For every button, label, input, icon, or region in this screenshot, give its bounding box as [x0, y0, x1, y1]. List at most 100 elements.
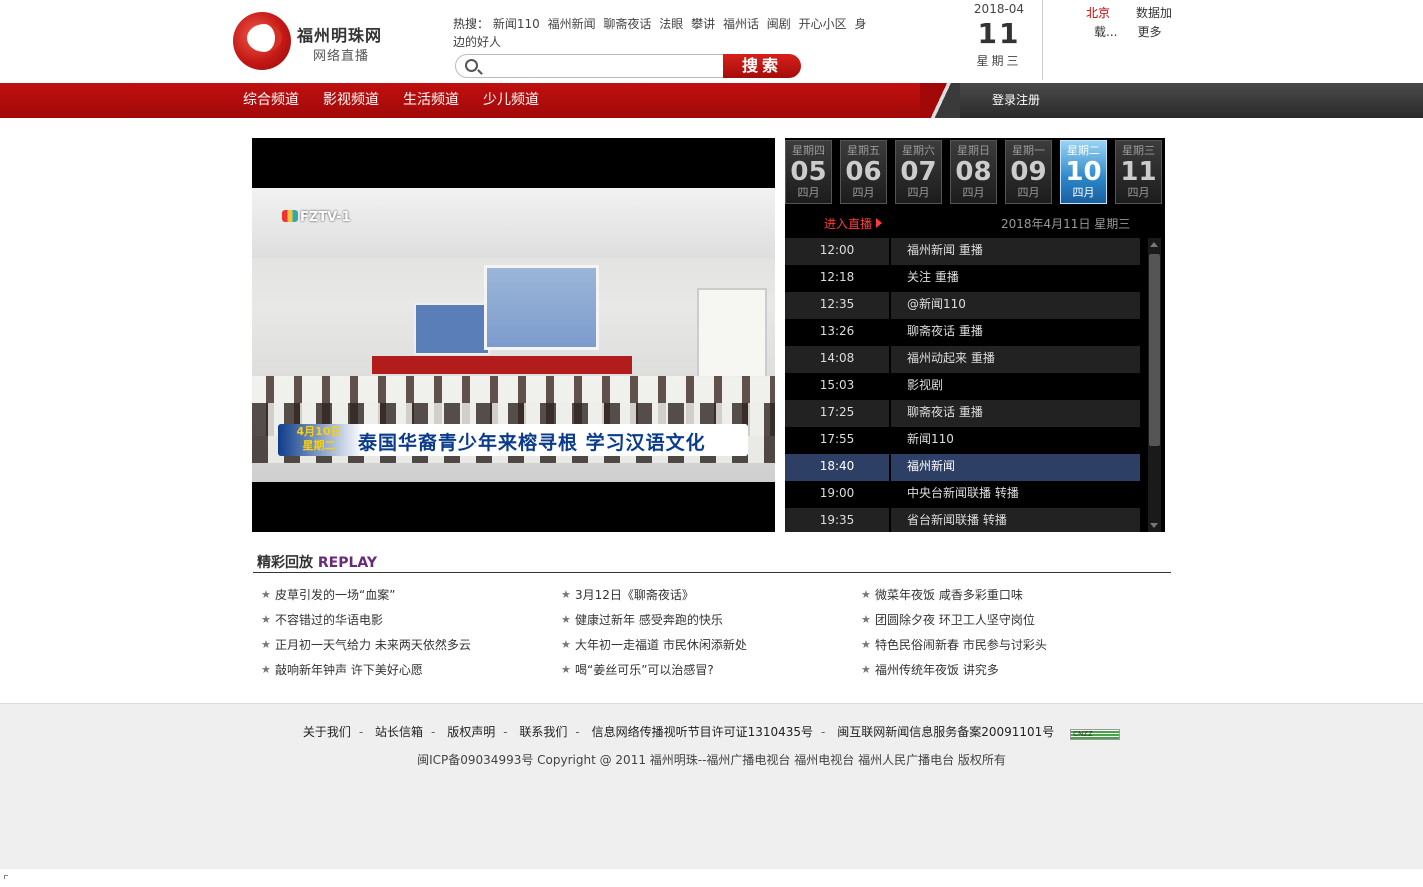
footer-link-copyright[interactable]: 版权声明 — [447, 725, 495, 739]
nav-item-kids[interactable]: 少儿频道 — [483, 83, 539, 118]
program-separator — [889, 427, 891, 454]
replay-item[interactable]: ★ 喝“姜丝可乐”可以治感冒? — [559, 660, 839, 685]
replay-item[interactable]: ★ 3月12日《聊斋夜话》 — [559, 585, 839, 610]
replay-item-title: 大年初一走福道 市民休闲添新处 — [575, 638, 747, 652]
program-row[interactable]: 19:00 中央台新闻联播 转播 — [785, 481, 1140, 508]
footer-copyright: 闽ICP备09034993号 Copyright @ 2011 福州明珠--福州… — [417, 753, 1006, 767]
weather-status: 数据加 — [1136, 6, 1173, 20]
hot-link[interactable]: 福州话 — [723, 17, 759, 31]
replay-item[interactable]: ★ 大年初一走福道 市民休闲添新处 — [559, 635, 839, 660]
hot-link[interactable]: 闽剧 — [767, 17, 791, 31]
footer-link-record[interactable]: 闽互联网新闻信息服务备案20091101号 — [837, 725, 1054, 739]
program-row[interactable]: 17:25 聊斋夜话 重播 — [785, 400, 1140, 427]
cnzz-badge[interactable]: CNZZ — [1070, 729, 1121, 740]
scroll-down-icon[interactable] — [1150, 523, 1158, 528]
hot-link[interactable]: 聊斋夜话 — [603, 17, 651, 31]
day-tab-number: 08 — [955, 157, 992, 187]
date-day: 11 — [977, 17, 1021, 50]
replay-item-title: 皮草引发的一场“血案” — [275, 588, 396, 602]
replay-item[interactable]: ★ 正月初一天气给力 未来两天依然多云 — [259, 635, 539, 660]
video-scene-window — [697, 288, 767, 378]
day-tab-number: 05 — [790, 157, 827, 187]
day-tab[interactable]: 星期二 10 四月 — [1060, 140, 1107, 204]
footer-link-contact[interactable]: 联系我们 — [519, 725, 567, 739]
hot-link[interactable]: 福州新闻 — [548, 17, 596, 31]
program-name: 福州新闻 — [907, 459, 956, 473]
date-year-month: 2018-04 — [973, 2, 1025, 16]
day-tab[interactable]: 星期六 07 四月 — [895, 140, 942, 204]
weather-more-link[interactable]: 更多 — [1137, 25, 1161, 39]
program-row[interactable]: 17:55 新闻110 — [785, 427, 1140, 454]
hot-link[interactable]: 新闻110 — [493, 17, 540, 31]
program-time: 12:35 — [819, 297, 855, 311]
program-time: 15:03 — [819, 378, 855, 392]
search-input[interactable] — [486, 58, 716, 74]
day-tab-number: 10 — [1065, 157, 1102, 187]
replay-item-title: 3月12日《聊斋夜话》 — [575, 588, 694, 602]
day-tab[interactable]: 星期日 08 四月 — [950, 140, 997, 204]
channel-logo: FZTV-1 — [282, 210, 351, 225]
program-row[interactable]: 12:35 @新闻110 — [785, 292, 1140, 319]
day-tab[interactable]: 星期三 11 四月 — [1115, 140, 1162, 204]
scroll-up-icon[interactable] — [1150, 242, 1158, 247]
star-icon: ★ — [561, 663, 571, 676]
replay-item[interactable]: ★ 不容错过的华语电影 — [259, 610, 539, 635]
hot-link[interactable]: 法眼 — [659, 17, 683, 31]
program-row[interactable]: 12:00 福州新闻 重播 — [785, 238, 1140, 265]
replay-item-title: 喝“姜丝可乐”可以治感冒? — [575, 663, 714, 677]
replay-title-en: REPLAY — [317, 555, 378, 571]
replay-item[interactable]: ★ 团圆除夕夜 环卫工人坚守岗位 — [859, 610, 1139, 635]
hot-link[interactable]: 开心小区 — [799, 17, 847, 31]
program-row[interactable]: 18:40 福州新闻 — [785, 454, 1140, 481]
site-logo[interactable]: 福州明珠网 网络直播 — [233, 12, 393, 74]
logo-subtitle: 网络直播 — [313, 49, 370, 64]
video-scene-screen — [484, 265, 599, 350]
caption-date: 4月10日 星期二 — [284, 425, 354, 455]
program-separator — [889, 292, 891, 319]
nav-item-movies[interactable]: 影视频道 — [323, 83, 379, 118]
replay-item[interactable]: ★ 皮草引发的一场“血案” — [259, 585, 539, 610]
replay-item[interactable]: ★ 微菜年夜饭 咸香多彩重口味 — [859, 585, 1139, 610]
replay-item[interactable]: ★ 健康过新年 感受奔跑的快乐 — [559, 610, 839, 635]
replay-item[interactable]: ★ 特色民俗闹新春 市民参与讨彩头 — [859, 635, 1139, 660]
day-tab[interactable]: 星期五 06 四月 — [840, 140, 887, 204]
day-tab-number: 06 — [845, 157, 882, 187]
login-register-link[interactable]: 登录注册 — [992, 83, 1040, 118]
replay-item-title: 微菜年夜饭 咸香多彩重口味 — [875, 588, 1023, 602]
search-button[interactable]: 搜索 — [723, 54, 801, 78]
footer-link-mail[interactable]: 站长信箱 — [375, 725, 423, 739]
day-tab[interactable]: 星期四 05 四月 — [785, 140, 832, 204]
hot-link[interactable]: 攀讲 — [691, 17, 715, 31]
program-row[interactable]: 14:08 福州动起来 重播 — [785, 346, 1140, 373]
search-icon — [465, 59, 478, 72]
program-row[interactable]: 13:26 聊斋夜话 重播 — [785, 319, 1140, 346]
program-row[interactable]: 19:35 省台新闻联播 转播 — [785, 508, 1140, 532]
day-tab[interactable]: 星期一 09 四月 — [1005, 140, 1052, 204]
video-frame[interactable]: FZTV-1 4月10日 星期二 泰国华裔青少年来榕寻根 学习汉语文化 — [252, 188, 775, 482]
weather-city[interactable]: 北京 — [1086, 6, 1110, 20]
replay-item-title: 敲响新年钟声 许下美好心愿 — [275, 663, 423, 677]
replay-item[interactable]: ★ 敲响新年钟声 许下美好心愿 — [259, 660, 539, 685]
program-row[interactable]: 15:03 影视剧 — [785, 373, 1140, 400]
star-icon: ★ — [561, 638, 571, 651]
scroll-thumb[interactable] — [1149, 254, 1160, 446]
date-display: 2018-04 11 星期三 — [963, 2, 1035, 69]
star-icon: ★ — [261, 588, 271, 601]
schedule-scrollbar[interactable] — [1148, 238, 1161, 532]
replay-item[interactable]: ★ 福州传统年夜饭 讲究多 — [859, 660, 1139, 685]
corner-mark — [4, 875, 8, 879]
program-time: 19:35 — [819, 513, 855, 527]
nav-item-general[interactable]: 综合频道 — [243, 83, 299, 118]
nav-item-life[interactable]: 生活频道 — [403, 83, 459, 118]
program-name: 福州新闻 重播 — [907, 243, 983, 257]
program-separator — [889, 346, 891, 373]
program-name: 关注 重播 — [907, 270, 959, 284]
footer-link-license[interactable]: 信息网络传播视听节目许可证1310435号 — [592, 725, 813, 739]
program-row[interactable]: 12:18 关注 重播 — [785, 265, 1140, 292]
program-separator — [889, 481, 891, 508]
enter-live-link[interactable]: 进入直播 — [824, 215, 883, 232]
footer-link-about[interactable]: 关于我们 — [303, 725, 351, 739]
replay-item-title: 福州传统年夜饭 讲究多 — [875, 663, 999, 677]
video-player[interactable]: FZTV-1 4月10日 星期二 泰国华裔青少年来榕寻根 学习汉语文化 — [252, 138, 775, 532]
schedule-date: 2018年4月11日 星期三 — [1001, 217, 1131, 231]
